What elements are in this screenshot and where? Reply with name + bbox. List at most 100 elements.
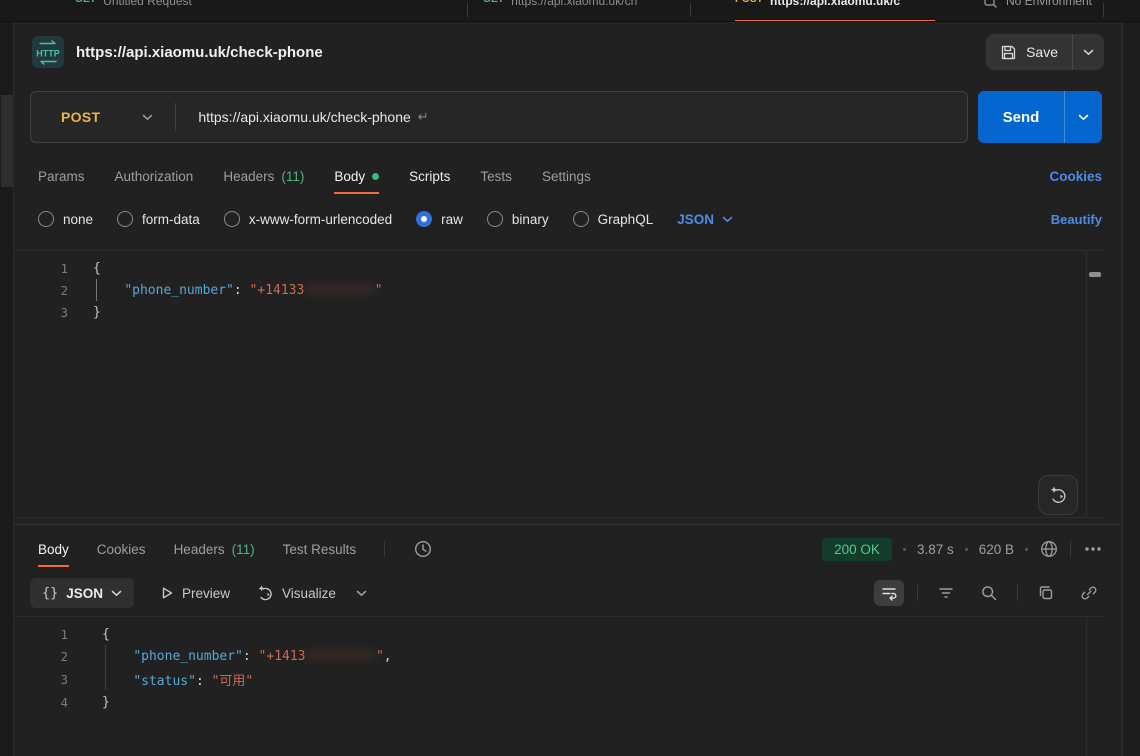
radio-urlencoded[interactable] [224, 211, 240, 227]
tab-settings[interactable]: Settings [542, 158, 591, 194]
radio-graphql[interactable] [573, 211, 589, 227]
visualize-label: Visualize [282, 586, 336, 601]
request-body-editor[interactable]: 1 { 2 "phone_number": "+14133•••••••••" … [14, 250, 1103, 518]
send-button[interactable]: Send [978, 91, 1102, 143]
response-tab-cookies[interactable]: Cookies [97, 531, 146, 567]
tab-params[interactable]: Params [38, 158, 85, 194]
json-key: "phone_number" [133, 649, 243, 664]
more-options-icon[interactable] [1082, 539, 1104, 559]
environment-selector[interactable]: No Environment [983, 0, 1092, 22]
request-tab-untitled[interactable]: GET Untitled Request [75, 0, 455, 22]
wrap-text-button[interactable] [874, 580, 904, 606]
close-brace: } [93, 305, 101, 320]
chevron-down-icon[interactable] [356, 590, 367, 597]
code-line: 2 "phone_number": "+14133•••••••••" [14, 279, 1083, 301]
raw-format-selector[interactable]: JSON [677, 212, 733, 227]
code-text: { [93, 261, 101, 276]
history-clock-icon[interactable] [413, 539, 433, 559]
copy-icon [1037, 584, 1055, 602]
open-brace: { [93, 261, 101, 276]
tab-method-badge: POST [735, 0, 763, 5]
link-button[interactable] [1074, 580, 1104, 606]
response-meta: 200 OK 3.87 s 620 B [822, 538, 1104, 561]
mode-urlencoded[interactable]: x-www-form-urlencoded [224, 211, 392, 227]
chevron-down-icon [111, 590, 122, 597]
mode-graphql-label: GraphQL [598, 212, 654, 227]
line-number: 1 [14, 261, 68, 276]
line-number: 3 [14, 672, 68, 687]
line-number: 3 [14, 305, 68, 320]
code-line: 3 "status": "可用" [14, 668, 1083, 690]
radio-none[interactable] [38, 211, 54, 227]
right-sidebar-rail[interactable] [1122, 22, 1140, 756]
tab-divider [1103, 3, 1104, 17]
redacted-value: ••••••••• [306, 649, 376, 664]
tab-authorization[interactable]: Authorization [115, 158, 194, 194]
send-options-button[interactable] [1064, 91, 1102, 143]
request-header: HTTP https://api.xiaomu.uk/check-phone S… [32, 28, 1104, 76]
editor-scrollbar-track[interactable] [1086, 251, 1103, 517]
copy-button[interactable] [1031, 580, 1061, 606]
tab-body[interactable]: Body [334, 158, 379, 194]
save-options-button[interactable] [1072, 34, 1104, 70]
request-tab-get[interactable]: GET https://api.xiaomu.uk/ch [483, 0, 678, 22]
mode-graphql[interactable]: GraphQL [573, 211, 654, 227]
mode-none[interactable]: none [38, 211, 93, 227]
cookies-link[interactable]: Cookies [1049, 169, 1102, 184]
chevron-down-icon [722, 216, 733, 223]
left-sidebar-rail[interactable] [0, 22, 14, 756]
network-globe-icon[interactable] [1039, 539, 1059, 559]
pane-divider[interactable] [14, 524, 1121, 525]
response-format-label: JSON [66, 586, 103, 601]
line-number: 2 [14, 649, 68, 664]
request-title: https://api.xiaomu.uk/check-phone [76, 44, 323, 61]
filter-button[interactable] [931, 580, 961, 606]
code-line: 2 "phone_number": "+1413•••••••••", [14, 645, 1083, 667]
response-tab-test-results[interactable]: Test Results [283, 531, 357, 567]
request-tab-active[interactable]: POST https://api.xiaomu.uk/c [735, 0, 935, 22]
json-value: "+14133 [250, 283, 305, 298]
postbot-button[interactable] [1038, 475, 1078, 515]
response-tab-body-label: Body [38, 542, 69, 557]
tab-scripts[interactable]: Scripts [409, 158, 450, 194]
braces-icon: {} [42, 585, 58, 601]
mode-form-data[interactable]: form-data [117, 211, 200, 227]
search-button[interactable] [974, 580, 1004, 606]
mode-raw-label: raw [441, 212, 463, 227]
send-button-label-wrap[interactable]: Send [978, 91, 1064, 143]
response-toolbar: {} JSON Preview Visualize [30, 576, 1104, 610]
mode-binary[interactable]: binary [487, 211, 549, 227]
response-body-editor[interactable]: 1 { 2 "phone_number": "+1413•••••••••", … [14, 616, 1103, 756]
code-text: } [102, 695, 110, 710]
json-value-status: "可用" [212, 674, 254, 689]
chevron-down-icon[interactable] [142, 114, 153, 121]
line-number: 4 [14, 695, 68, 710]
response-toolbar-icons [874, 580, 1104, 606]
tab-headers[interactable]: Headers (11) [223, 158, 304, 194]
save-button[interactable]: Save [986, 34, 1104, 70]
method-selector[interactable]: POST [31, 109, 100, 125]
editor-scrollbar-track[interactable] [1086, 617, 1103, 756]
response-tab-body[interactable]: Body [38, 531, 69, 567]
tab-tests[interactable]: Tests [480, 158, 512, 194]
radio-raw-selected[interactable] [416, 211, 432, 227]
app-tab-bar: GET Untitled Request GET https://api.xia… [0, 0, 1140, 22]
radio-form-data[interactable] [117, 211, 133, 227]
response-tab-headers-label: Headers [174, 542, 225, 557]
visualize-button[interactable]: Visualize [256, 584, 336, 602]
left-rail-scroll-thumb[interactable] [1, 95, 13, 187]
preview-button[interactable]: Preview [160, 586, 230, 601]
mode-raw[interactable]: raw [416, 211, 463, 227]
divider [1017, 585, 1018, 601]
beautify-link[interactable]: Beautify [1051, 212, 1102, 227]
code-text: { [102, 627, 110, 642]
url-input[interactable]: https://api.xiaomu.uk/check-phone [198, 109, 410, 125]
response-tab-headers[interactable]: Headers (11) [174, 531, 255, 567]
radio-binary[interactable] [487, 211, 503, 227]
url-return-hint: ↵ [418, 110, 429, 125]
tab-tests-label: Tests [480, 169, 512, 184]
editor-scrollbar-thumb[interactable] [1089, 272, 1101, 277]
json-key: "status" [133, 674, 196, 689]
save-button-main[interactable]: Save [986, 34, 1072, 70]
response-format-selector[interactable]: {} JSON [30, 578, 134, 608]
